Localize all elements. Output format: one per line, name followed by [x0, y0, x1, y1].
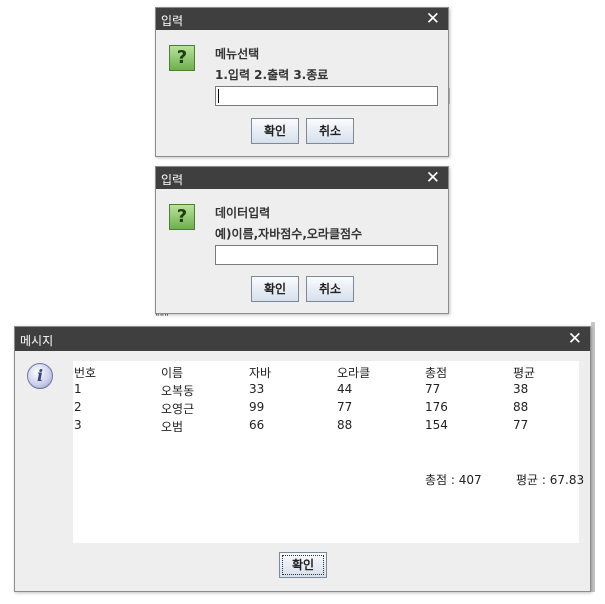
table-cell: 3: [74, 418, 82, 432]
menu-input-dialog: 입력 ✕ ? 메뉴선택 1.입력 2.출력 3.종료 확인 취소: [155, 7, 449, 157]
dialog-titlebar: 입력 ✕: [156, 8, 448, 30]
question-icon: ?: [169, 45, 195, 71]
ok-button[interactable]: 확인: [251, 276, 299, 302]
table-cell: 88: [337, 418, 353, 432]
table-cell: 77: [425, 382, 441, 396]
dialog-title: 입력: [161, 173, 184, 187]
table-cell: 154: [425, 418, 448, 432]
table-cell: 176: [425, 400, 448, 414]
data-input-dialog: 입력 ✕ ? 데이터입력 예)이름,자바점수,오라클점수 확인 취소: [155, 166, 449, 314]
information-icon: i: [27, 363, 53, 389]
dialog-titlebar: 입력 ✕: [156, 167, 448, 189]
column-header: 자바: [249, 366, 272, 380]
menu-input-field[interactable]: [215, 86, 438, 106]
column-header: 오라클: [337, 366, 371, 380]
message-dialog: 메시지 ✕ i 번호 이름 자바 오라클 총점 평균 1 오복동 33 44 7…: [14, 326, 591, 592]
column-header: 이름: [161, 366, 184, 380]
ok-button[interactable]: 확인: [251, 118, 299, 144]
table-cell: 99: [249, 400, 265, 414]
column-header: 평균: [513, 366, 536, 380]
table-cell: 오복동: [161, 384, 195, 398]
result-text-area[interactable]: 번호 이름 자바 오라클 총점 평균 1 오복동 33 44 77 38 2 오…: [73, 361, 584, 543]
table-cell: 오범: [161, 420, 184, 434]
summary-total: 총점 : 407: [425, 473, 482, 487]
question-icon: ?: [169, 204, 195, 230]
close-icon[interactable]: ✕: [426, 168, 440, 188]
table-cell: 38: [513, 382, 529, 396]
table-cell: 2: [74, 400, 82, 414]
dialog-title: 입력: [161, 14, 184, 28]
column-header: 번호: [74, 366, 97, 380]
cancel-button[interactable]: 취소: [306, 118, 354, 144]
table-cell: 1: [74, 382, 82, 396]
table-cell: 77: [337, 400, 353, 414]
dialog-title: 메시지: [20, 334, 54, 348]
dialog-message-line2: 예)이름,자바점수,오라클점수: [215, 227, 363, 241]
table-cell: 66: [249, 418, 265, 432]
dialog-message-line1: 데이터입력: [215, 206, 271, 220]
dialog-message-line2: 1.입력 2.출력 3.종료: [215, 68, 329, 82]
data-input-field[interactable]: [215, 245, 438, 265]
background-scrollbar-fragment: [591, 322, 595, 592]
table-cell: 오영근: [161, 402, 195, 416]
text-caret: [218, 89, 219, 103]
column-header: 총점: [425, 366, 448, 380]
table-cell: 44: [337, 382, 353, 396]
close-icon[interactable]: ✕: [426, 9, 440, 29]
summary-average: 평균 : 67.83: [516, 473, 585, 487]
table-cell: 33: [249, 382, 265, 396]
ok-button[interactable]: 확인: [279, 552, 327, 578]
cancel-button[interactable]: 취소: [306, 276, 354, 302]
close-icon[interactable]: ✕: [568, 329, 582, 349]
table-cell: 88: [513, 400, 529, 414]
table-cell: 77: [513, 418, 529, 432]
dialog-titlebar: 메시지 ✕: [15, 327, 590, 351]
dialog-message-line1: 메뉴선택: [215, 47, 260, 61]
